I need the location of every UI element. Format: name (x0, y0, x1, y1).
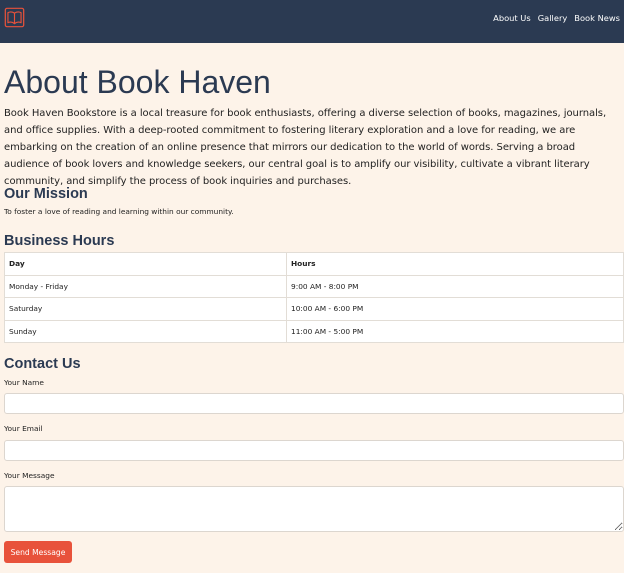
nav-link-book-news[interactable]: Book News (574, 13, 620, 23)
message-textarea[interactable] (4, 486, 624, 532)
open-book-logo-icon[interactable] (4, 7, 25, 28)
table-cell-day: Sunday (4, 319, 287, 343)
column-header-hours: Hours (286, 252, 624, 276)
table-cell-day: Monday - Friday (4, 274, 287, 298)
business-hours-table: Day Hours Monday - Friday 9:00 AM - 8:00… (4, 252, 624, 343)
name-field[interactable] (4, 393, 624, 414)
page-title: About Book Haven (4, 64, 271, 100)
table-cell-hours: 9:00 AM - 8:00 PM (286, 274, 624, 298)
table-row: Saturday 10:00 AM - 6:00 PM (4, 297, 624, 321)
business-hours-heading: Business Hours (4, 233, 115, 249)
nav-link-gallery[interactable]: Gallery (538, 13, 568, 23)
table-row: Monday - Friday 9:00 AM - 8:00 PM (4, 274, 624, 298)
email-field[interactable] (4, 440, 624, 461)
email-label: Your Email (4, 424, 43, 433)
column-header-day: Day (4, 252, 287, 276)
send-message-button[interactable]: Send Message (4, 541, 72, 563)
nav-link-about-us[interactable]: About Us (493, 13, 531, 23)
table-row: Sunday 11:00 AM - 5:00 PM (4, 319, 624, 343)
table-cell-hours: 10:00 AM - 6:00 PM (286, 297, 624, 321)
name-label: Your Name (4, 378, 44, 387)
message-label: Your Message (4, 471, 55, 480)
table-header-row: Day Hours (4, 252, 624, 276)
table-cell-hours: 11:00 AM - 5:00 PM (286, 319, 624, 343)
table-cell-day: Saturday (4, 297, 287, 321)
contact-heading: Contact Us (4, 356, 81, 372)
mission-heading: Our Mission (4, 186, 88, 202)
intro-paragraph: Book Haven Bookstore is a local treasure… (4, 108, 607, 187)
top-navbar: About Us Gallery Book News (0, 0, 624, 43)
nav-links: About Us Gallery Book News (493, 13, 620, 23)
mission-text: To foster a love of reading and learning… (4, 207, 234, 216)
